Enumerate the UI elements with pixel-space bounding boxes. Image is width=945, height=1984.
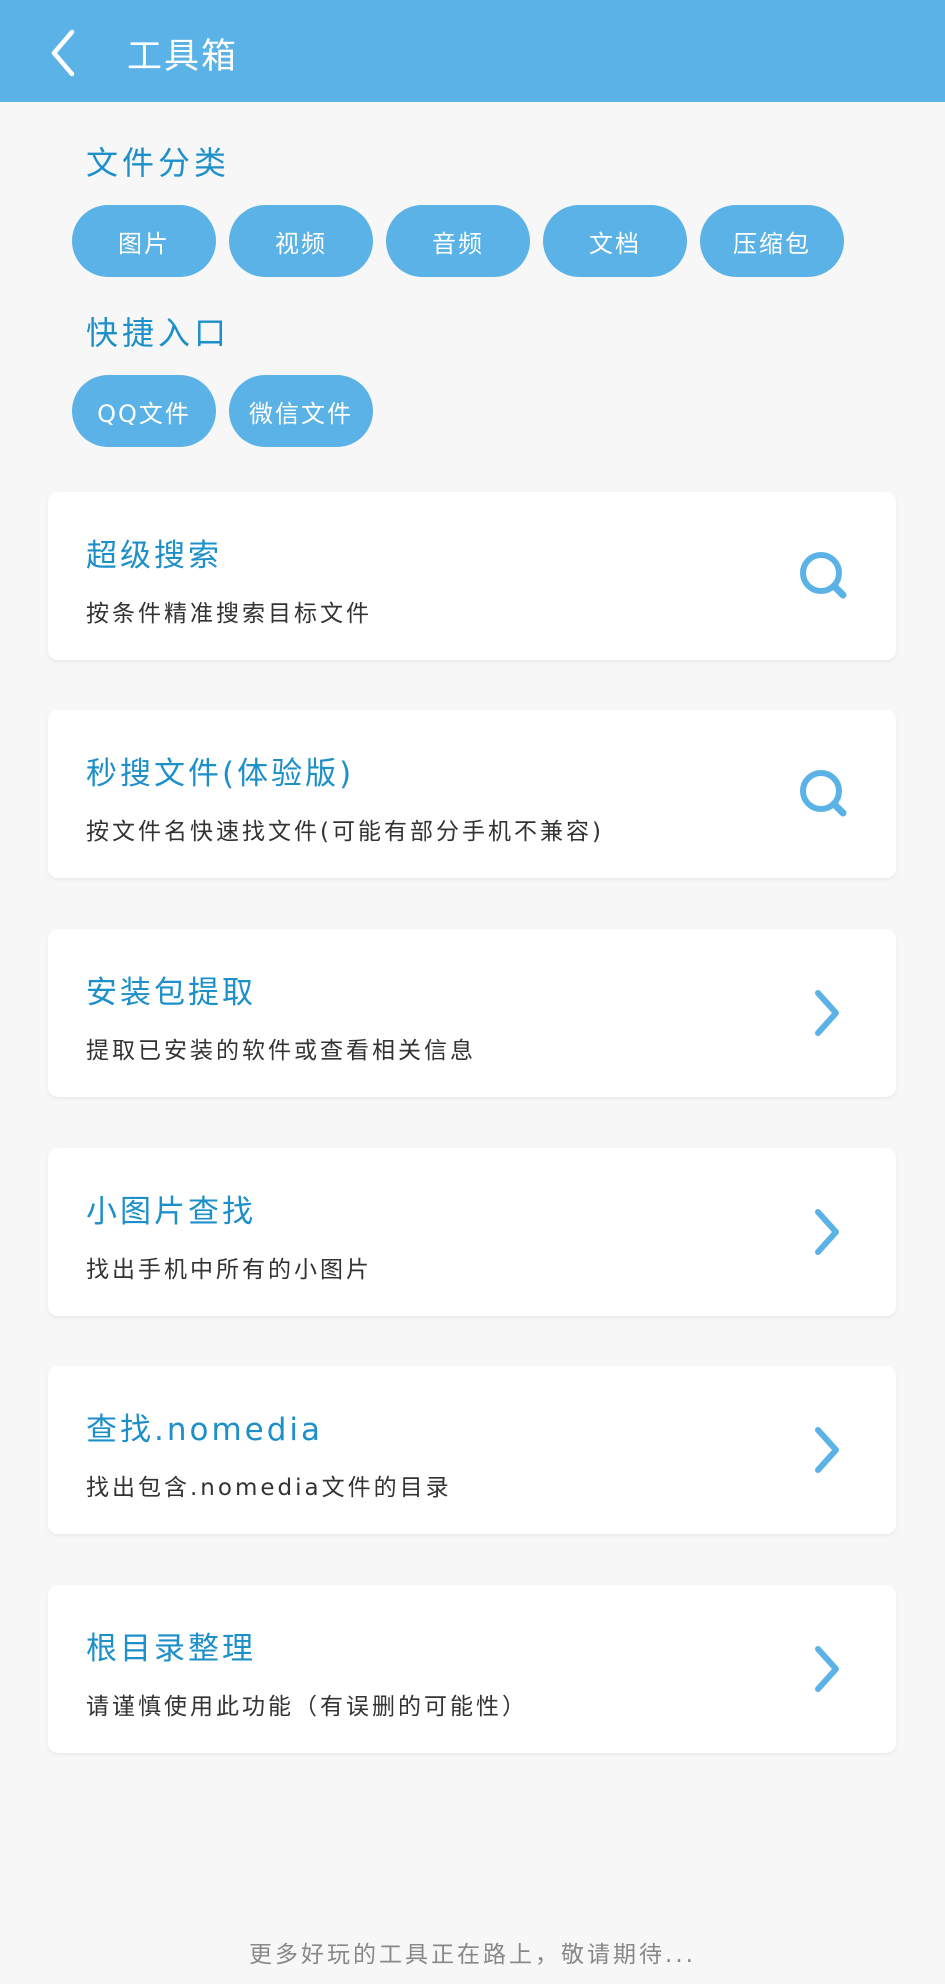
- chip-wechat-files[interactable]: 微信文件: [229, 375, 373, 447]
- card-title: 小图片查找: [86, 1194, 256, 1230]
- chip-videos[interactable]: 视频: [229, 205, 373, 277]
- chip-images[interactable]: 图片: [72, 205, 216, 277]
- card-subtitle: 请谨慎使用此功能（有误删的可能性）: [86, 1694, 528, 1720]
- chevron-right-icon: [815, 1427, 839, 1473]
- card-find-nomedia[interactable]: 查找.nomedia 找出包含.nomedia文件的目录: [48, 1366, 896, 1534]
- card-small-image-finder[interactable]: 小图片查找 找出手机中所有的小图片: [48, 1148, 896, 1316]
- card-super-search[interactable]: 超级搜索 按条件精准搜索目标文件: [48, 492, 896, 660]
- card-quick-search[interactable]: 秒搜文件(体验版) 按文件名快速找文件(可能有部分手机不兼容): [48, 710, 896, 878]
- back-button[interactable]: [38, 22, 98, 82]
- card-subtitle: 按文件名快速找文件(可能有部分手机不兼容): [86, 819, 604, 845]
- app-bar: 工具箱: [0, 0, 945, 102]
- card-root-dir-cleanup[interactable]: 根目录整理 请谨慎使用此功能（有误删的可能性）: [48, 1585, 896, 1753]
- chevron-right-icon: [815, 1646, 839, 1692]
- card-title: 秒搜文件(体验版): [86, 756, 355, 792]
- card-apk-extract[interactable]: 安装包提取 提取已安装的软件或查看相关信息: [48, 929, 896, 1097]
- back-arrow-icon: [51, 29, 75, 77]
- file-category-chips: 图片 视频 音频 文档 压缩包: [72, 205, 844, 277]
- search-icon: [800, 770, 847, 817]
- chip-audio[interactable]: 音频: [386, 205, 530, 277]
- chevron-right-icon: [815, 1209, 839, 1255]
- card-subtitle: 提取已安装的软件或查看相关信息: [86, 1038, 476, 1064]
- search-icon: [800, 552, 847, 599]
- card-subtitle: 找出包含.nomedia文件的目录: [86, 1475, 452, 1501]
- chip-archives[interactable]: 压缩包: [700, 205, 844, 277]
- card-subtitle: 找出手机中所有的小图片: [86, 1257, 372, 1283]
- chevron-right-icon: [815, 990, 839, 1036]
- quick-entry-title: 快捷入口: [86, 314, 231, 352]
- card-subtitle: 按条件精准搜索目标文件: [86, 601, 372, 627]
- card-title: 安装包提取: [86, 975, 256, 1011]
- quick-entry-chips: QQ文件 微信文件: [72, 375, 373, 447]
- file-category-title: 文件分类: [86, 144, 231, 182]
- footer-note: 更多好玩的工具正在路上，敬请期待...: [249, 1942, 696, 1968]
- chip-qq-files[interactable]: QQ文件: [72, 375, 216, 447]
- chip-documents[interactable]: 文档: [543, 205, 687, 277]
- card-title: 超级搜索: [86, 538, 222, 574]
- card-title: 查找.nomedia: [86, 1412, 324, 1448]
- card-title: 根目录整理: [86, 1631, 256, 1667]
- page-title: 工具箱: [127, 37, 239, 77]
